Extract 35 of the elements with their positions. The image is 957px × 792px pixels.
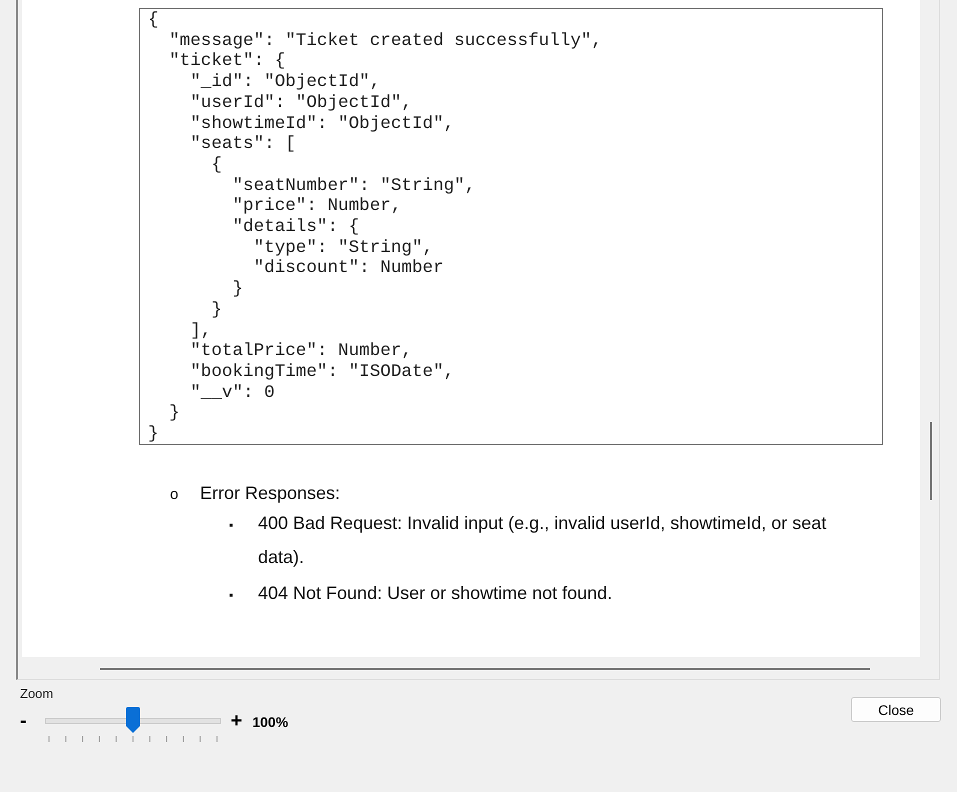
code-line: "type": "String", bbox=[252, 238, 434, 258]
code-line: "price": Number, bbox=[231, 196, 402, 218]
horizontal-scrollbar[interactable] bbox=[100, 668, 870, 670]
code-line: "showtimeId": "ObjectId", bbox=[189, 114, 454, 134]
code-line: "details": { bbox=[231, 217, 360, 238]
code-line: } bbox=[168, 403, 180, 424]
code-line: "seats": [ bbox=[189, 134, 296, 155]
code-line: ], bbox=[189, 320, 212, 342]
zoom-out-label: - bbox=[20, 711, 27, 731]
list-item-text: 404 Not Found: User or showtime not found. bbox=[258, 582, 614, 605]
vertical-scrollbar[interactable] bbox=[930, 422, 932, 500]
list-marker: ▪ bbox=[229, 517, 234, 534]
zoom-label: Zoom bbox=[20, 686, 54, 701]
slider-thumb[interactable] bbox=[124, 707, 141, 733]
code-line: "_id": "ObjectId", bbox=[189, 72, 380, 93]
code-line: { bbox=[210, 154, 222, 176]
list-marker: o bbox=[170, 486, 180, 503]
code-line: } bbox=[231, 279, 244, 300]
code-line: } bbox=[210, 300, 222, 321]
code-line: { bbox=[148, 10, 159, 31]
code-line: "bookingTime": "ISODate", bbox=[189, 362, 454, 383]
list-item-text: 400 Bad Request: Invalid input (e.g., invalid userId, showtimeId, or seat data). bbox=[258, 512, 828, 569]
code-line: "__v": 0 bbox=[189, 382, 275, 404]
code-line: "message": "Ticket created successfully", bbox=[168, 30, 602, 52]
code-line: "ticket": { bbox=[168, 51, 286, 72]
code-line: } bbox=[148, 424, 159, 445]
code-line: "seatNumber": "String", bbox=[231, 176, 476, 196]
zoom-percentage: 100% bbox=[252, 714, 288, 730]
list-marker: ▪ bbox=[229, 587, 234, 604]
code-line: "discount": Number bbox=[252, 258, 444, 280]
code-line: "totalPrice": Number, bbox=[189, 341, 412, 362]
code-line: "userId": "ObjectId", bbox=[189, 92, 412, 114]
zoom-in-label: + bbox=[230, 711, 242, 731]
list-heading: Error Responses: bbox=[200, 483, 340, 504]
close-button[interactable]: Close bbox=[851, 697, 941, 722]
